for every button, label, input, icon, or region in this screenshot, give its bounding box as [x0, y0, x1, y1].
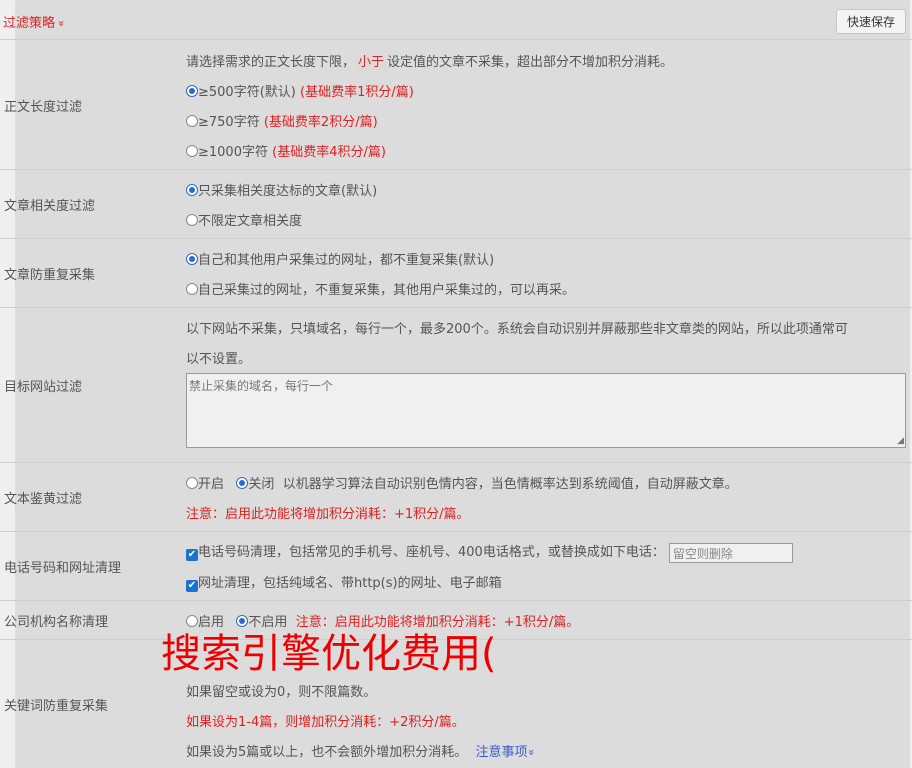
- highlight-less-than: 小于: [355, 55, 388, 70]
- target-site-description-cont: 以不设置。: [186, 352, 252, 367]
- keyword-note-3: 如果设为5篇或以上，也不会额外增加积分消耗。 注意事项»: [186, 745, 538, 760]
- row-label: 文章相关度过滤: [4, 199, 96, 214]
- phone-cleanup-checkbox[interactable]: ✔: [186, 549, 198, 561]
- overlay-red-text: 搜索引擎优化费用(: [161, 631, 497, 677]
- url-cleanup-option: ✔ 网址清理，包括纯域名、带http(s)的网址、电子邮箱: [186, 576, 502, 592]
- keyword-note-1: 如果留空或设为0，则不限篇数。: [186, 685, 377, 700]
- row-label: 目标网站过滤: [4, 380, 83, 395]
- chevron-down-icon: »: [524, 749, 538, 756]
- row-label: 电话号码和网址清理: [4, 561, 122, 576]
- section-header: 过滤策略» 快速保存: [0, 0, 912, 40]
- radio-porn-on[interactable]: [186, 477, 198, 489]
- porn-filter-options: 开启 关闭 以机器学习算法自动识别色情内容，当色情概率达到系统阈值，自动屏蔽文章…: [186, 473, 738, 492]
- blocked-domains-textarea[interactable]: 禁止采集的域名，每行一个 ◢: [186, 373, 906, 448]
- url-cleanup-checkbox[interactable]: ✔: [186, 580, 198, 592]
- row-porn-filter: 文本鉴黄过滤 开启 关闭 以机器学习算法自动识别色情内容，当色情概率达到系统阈值…: [0, 463, 912, 532]
- row-label: 正文长度过滤: [4, 100, 83, 115]
- radio-porn-off[interactable]: [236, 477, 249, 489]
- phone-cleanup-option: ✔ 电话号码清理，包括常见的手机号、座机号、400电话格式，或替换成如下电话： 留空…: [186, 541, 793, 563]
- row-label: 公司机构名称清理: [4, 615, 109, 630]
- radio-button[interactable]: [186, 145, 198, 157]
- row-label: 文章防重复采集: [4, 268, 96, 283]
- text-length-description: 请选择需求的正文长度下限， 小于 设定值的文章不采集，超出部分不增加积分消耗。: [186, 55, 674, 70]
- row-label: 关键词防重复采集: [4, 699, 109, 714]
- radio-button[interactable]: [186, 184, 198, 196]
- row-phone-url-cleanup: 电话号码和网址清理 ✔ 电话号码清理，包括常见的手机号、座机号、400电话格式，或…: [0, 532, 912, 601]
- quick-save-button[interactable]: 快速保存: [836, 9, 906, 34]
- radio-button[interactable]: [186, 253, 198, 265]
- radio-button[interactable]: [186, 283, 198, 295]
- porn-filter-note: 注意：启用此功能将增加积分消耗：+1积分/篇。: [186, 507, 470, 522]
- replacement-phone-input[interactable]: 留空则删除: [668, 542, 793, 563]
- section-title[interactable]: 过滤策略»: [3, 12, 68, 31]
- row-label: 文本鉴黄过滤: [4, 492, 83, 507]
- option-relevance-required[interactable]: 只采集相关度达标的文章(默认): [186, 180, 377, 199]
- option-relevance-any[interactable]: 不限定文章相关度: [186, 210, 302, 229]
- target-site-description: 以下网站不采集，只填域名，每行一个，最多200个。系统会自动识别并屏蔽那些非文章…: [186, 322, 848, 337]
- resize-handle-icon[interactable]: ◢: [897, 437, 904, 446]
- row-text-length: 正文长度过滤 请选择需求的正文长度下限， 小于 设定值的文章不采集，超出部分不增加积…: [0, 40, 912, 170]
- chevron-down-icon: »: [54, 20, 68, 27]
- keyword-note-2: 如果设为1-4篇，则增加积分消耗：+2积分/篇。: [186, 715, 465, 730]
- row-relevance: 文章相关度过滤 只采集相关度达标的文章(默认) 不限定文章相关度: [0, 170, 912, 239]
- row-target-site: 目标网站过滤 以下网站不采集，只填域名，每行一个，最多200个。系统会自动识别并…: [0, 308, 912, 463]
- row-dedupe: 文章防重复采集 自己和其他用户采集过的网址，都不重复采集(默认) 自己采集过的网…: [0, 239, 912, 308]
- option-length-750[interactable]: ≥750字符 (基础费率2积分/篇): [186, 111, 378, 130]
- option-dedupe-all[interactable]: 自己和其他用户采集过的网址，都不重复采集(默认): [186, 249, 494, 268]
- option-dedupe-self[interactable]: 自己采集过的网址，不重复采集，其他用户采集过的，可以再采。: [186, 279, 575, 298]
- radio-button[interactable]: [186, 115, 198, 127]
- notes-link[interactable]: 注意事项»: [476, 745, 538, 760]
- radio-button[interactable]: [186, 214, 198, 226]
- option-length-500[interactable]: ≥500字符(默认) (基础费率1积分/篇): [186, 81, 414, 100]
- option-length-1000[interactable]: ≥1000字符 (基础费率4积分/篇): [186, 141, 386, 160]
- radio-button[interactable]: [186, 85, 198, 97]
